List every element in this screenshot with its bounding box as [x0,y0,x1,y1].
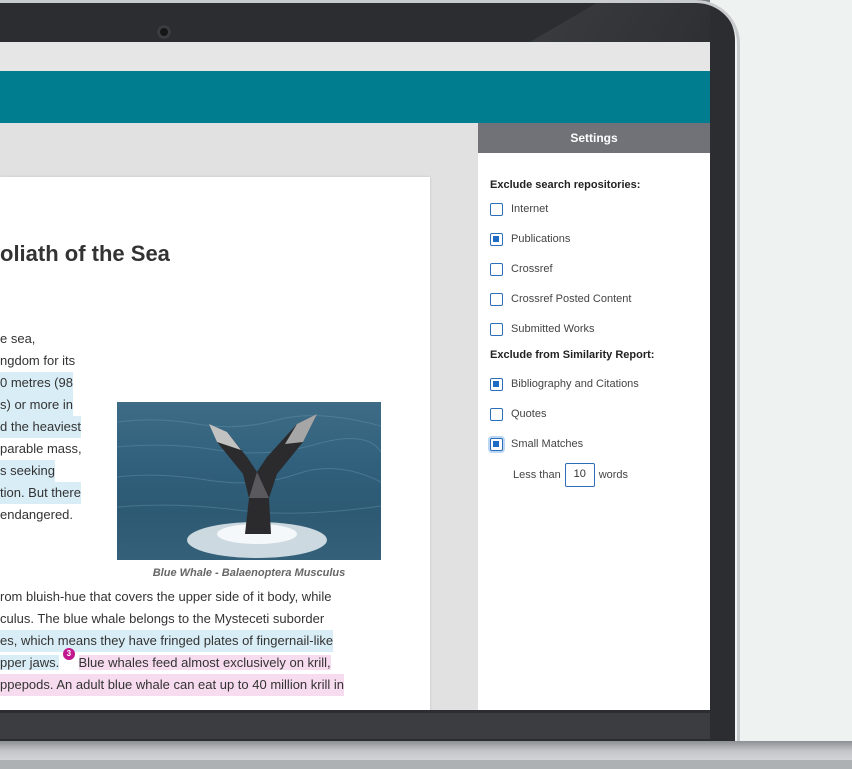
webcam-icon [157,25,171,39]
app-top-bar [0,71,710,123]
highlighted-text[interactable]: Blue whales feed almost exclusively on k… [78,655,331,670]
option-label: Submitted Works [511,323,595,335]
exclude-repositories-title: Exclude search repositories: [490,179,641,191]
option-label: Crossref [511,263,553,275]
highlighted-text-line[interactable]: tion. But there [0,482,81,504]
option-quotes[interactable]: Quotes [490,406,546,422]
text-line: rom bluish-hue that covers the upper sid… [0,589,332,604]
whale-tail-image [117,402,381,560]
highlighted-text-line[interactable]: s) or more in [0,394,73,416]
option-crossref-posted-content[interactable]: Crossref Posted Content [490,291,631,307]
text-line: pper jaws. 3 Blue whales feed almost exc… [0,648,331,674]
document-viewer[interactable]: oliath of the Sea e sea, ngdom for its 0… [0,123,478,710]
screen-bezel-inner [0,713,710,739]
text-line: e sea, [0,331,36,346]
laptop-base-shadow [0,760,852,769]
option-label: Crossref Posted Content [511,293,632,305]
highlighted-text[interactable]: pper jaws. [0,655,60,670]
option-label: Internet [511,203,549,215]
highlighted-text-line[interactable]: s seeking [0,460,55,482]
option-bibliography[interactable]: Bibliography and Citations [490,376,639,392]
threshold-prefix: Less than [513,469,561,481]
small-matches-threshold: Less than 10 words [513,462,628,488]
match-number-badge[interactable]: 3 [62,648,75,660]
option-label: Small Matches [511,438,584,450]
word-count-input[interactable]: 10 [564,463,595,487]
option-label: Publications [511,233,571,245]
option-internet[interactable]: Internet [490,201,548,217]
document-page: oliath of the Sea e sea, ngdom for its 0… [0,177,430,710]
text-line: culus. The blue whale belongs to the Mys… [0,611,325,626]
text-line: endangered. [0,507,74,522]
settings-header: Settings [478,123,710,153]
text-line: parable mass, [0,441,82,456]
image-caption: Blue Whale - Balaenoptera Musculus [152,567,346,579]
checkbox-crossref[interactable] [490,262,503,276]
highlighted-text-line[interactable]: ppepods. An adult blue whale can eat up … [0,674,344,696]
option-label: Quotes [511,408,547,420]
checkbox-bibliography[interactable] [490,377,503,391]
option-crossref[interactable]: Crossref [490,261,553,277]
option-submitted-works[interactable]: Submitted Works [490,321,595,337]
highlighted-text-line[interactable]: es, which means they have fringed plates… [0,630,334,652]
checkbox-quotes[interactable] [490,407,503,421]
highlighted-text-line[interactable]: d the heaviest [0,416,81,438]
checkbox-publications[interactable] [490,232,503,246]
checkbox-crossref-posted-content[interactable] [490,292,503,306]
settings-panel: Settings Exclude search repositories: In… [478,123,710,710]
checkbox-internet[interactable] [490,202,503,216]
document-title: oliath of the Sea [0,241,170,266]
option-small-matches[interactable]: Small Matches [490,436,583,452]
checkbox-submitted-works[interactable] [490,322,503,336]
screen: oliath of the Sea e sea, ngdom for its 0… [0,42,710,710]
threshold-suffix: words [598,469,629,481]
option-publications[interactable]: Publications [490,231,570,247]
exclude-similarity-title: Exclude from Similarity Report: [490,349,655,361]
highlighted-text-line[interactable]: 0 metres (98 [0,372,73,394]
checkbox-small-matches[interactable] [490,437,503,451]
option-label: Bibliography and Citations [511,378,639,390]
text-line: ngdom for its [0,353,76,368]
